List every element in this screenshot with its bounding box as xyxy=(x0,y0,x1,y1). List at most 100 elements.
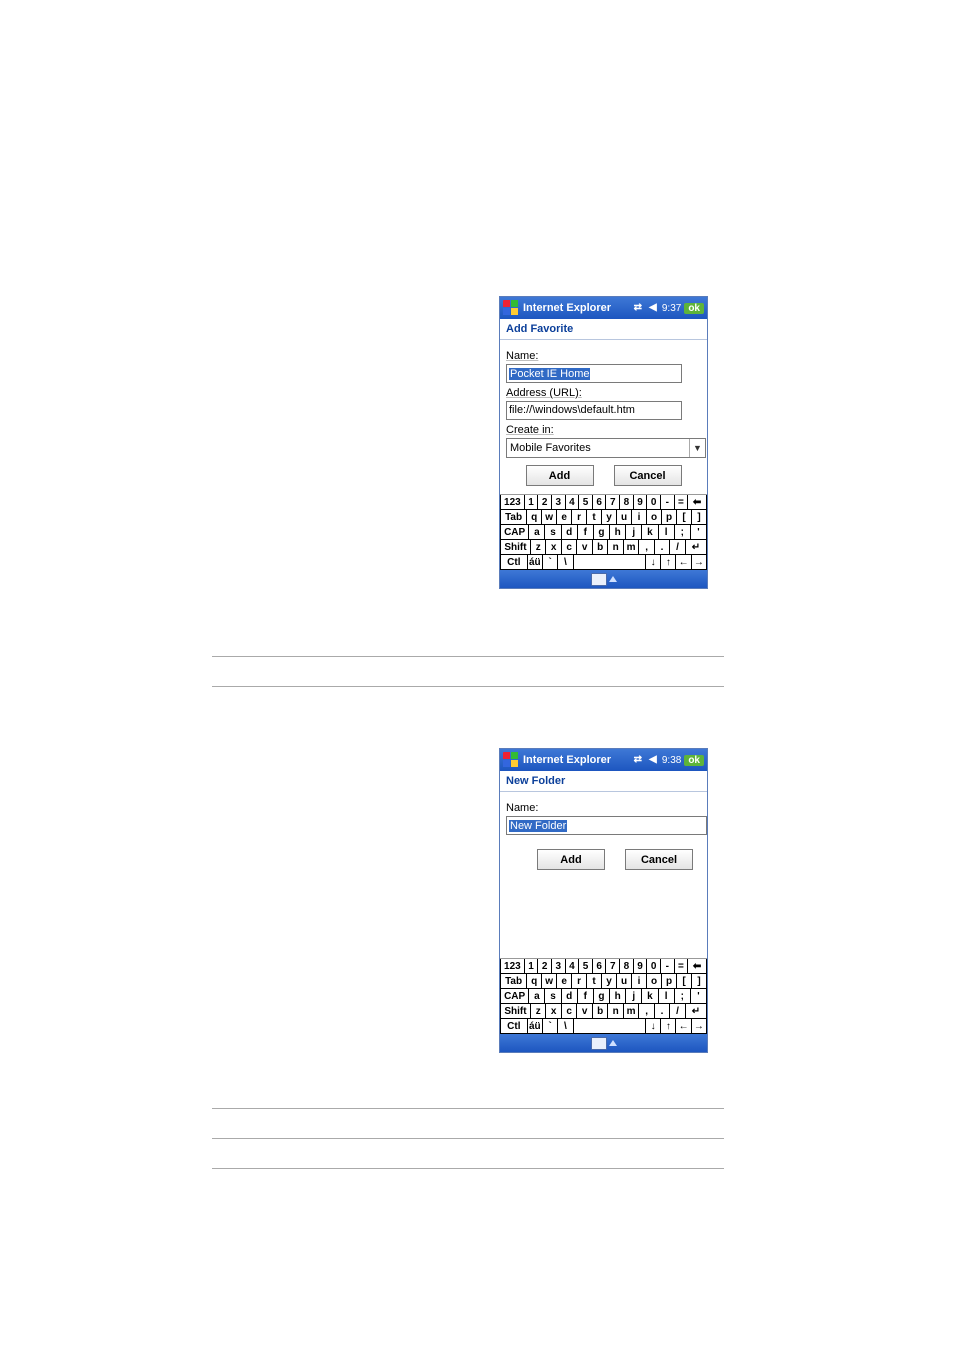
key-x[interactable]: - xyxy=(661,959,675,974)
key-y[interactable]: y xyxy=(602,974,617,989)
start-icon[interactable] xyxy=(503,752,519,768)
key-w[interactable]: w xyxy=(542,974,557,989)
key-x[interactable]: ↓ xyxy=(646,555,661,570)
cancel-button[interactable]: Cancel xyxy=(614,465,682,486)
key-x[interactable]: , xyxy=(639,1004,654,1019)
key-s[interactable]: s xyxy=(545,989,561,1004)
key-n[interactable]: n xyxy=(608,1004,623,1019)
key-q[interactable]: q xyxy=(527,510,542,525)
name-input[interactable]: Pocket IE Home xyxy=(506,364,682,383)
key-Tab[interactable]: Tab xyxy=(500,510,527,525)
key-x[interactable]: ↵ xyxy=(686,540,707,555)
menu-bar[interactable] xyxy=(500,1034,707,1052)
key-j[interactable]: j xyxy=(626,989,642,1004)
key-space[interactable] xyxy=(574,555,646,570)
key-x[interactable]: = xyxy=(675,959,689,974)
key-x[interactable]: → xyxy=(692,555,707,570)
clock[interactable]: 9:38 xyxy=(662,755,681,766)
key-x[interactable]: ' xyxy=(691,525,707,540)
key-space[interactable] xyxy=(574,1019,646,1034)
key-x[interactable]: [ xyxy=(677,974,692,989)
key-0[interactable]: 0 xyxy=(647,495,661,510)
ok-button[interactable]: ok xyxy=(684,303,704,314)
key-7[interactable]: 7 xyxy=(606,959,620,974)
key-x[interactable]: [ xyxy=(677,510,692,525)
key-x[interactable]: ; xyxy=(675,989,691,1004)
key-8[interactable]: 8 xyxy=(620,959,634,974)
key-x[interactable]: ` xyxy=(543,555,558,570)
key-4[interactable]: 4 xyxy=(566,959,580,974)
key-i[interactable]: i xyxy=(632,510,647,525)
volume-icon[interactable]: ◀ xyxy=(647,754,659,766)
key-v[interactable]: v xyxy=(577,1004,592,1019)
key-i[interactable]: i xyxy=(632,974,647,989)
key-6[interactable]: 6 xyxy=(593,495,607,510)
key-Shift[interactable]: Shift xyxy=(500,1004,531,1019)
key-f[interactable]: f xyxy=(578,989,594,1004)
key-z[interactable]: z xyxy=(531,540,546,555)
add-button[interactable]: Add xyxy=(526,465,594,486)
key-g[interactable]: g xyxy=(594,989,610,1004)
key-4[interactable]: 4 xyxy=(566,495,580,510)
key-x[interactable]: = xyxy=(675,495,689,510)
key-7[interactable]: 7 xyxy=(606,495,620,510)
key-k[interactable]: k xyxy=(642,525,658,540)
key-Shift[interactable]: Shift xyxy=(500,540,531,555)
key-x[interactable]: ↓ xyxy=(646,1019,661,1034)
key-u[interactable]: u xyxy=(617,974,632,989)
key-x[interactable]: ⬅ xyxy=(688,495,707,510)
key-c[interactable]: c xyxy=(562,1004,577,1019)
cancel-button[interactable]: Cancel xyxy=(625,849,693,870)
key-h[interactable]: h xyxy=(610,989,626,1004)
key-5[interactable]: 5 xyxy=(579,959,593,974)
key-p[interactable]: p xyxy=(662,510,677,525)
key-a[interactable]: a xyxy=(529,989,545,1004)
start-icon[interactable] xyxy=(503,300,519,316)
key-r[interactable]: r xyxy=(572,510,587,525)
key-k[interactable]: k xyxy=(642,989,658,1004)
key-CAP[interactable]: CAP xyxy=(500,525,529,540)
key-r[interactable]: r xyxy=(572,974,587,989)
key-2[interactable]: 2 xyxy=(538,495,552,510)
connectivity-icon[interactable]: ⇄ xyxy=(632,754,644,766)
key-5[interactable]: 5 xyxy=(579,495,593,510)
key-m[interactable]: m xyxy=(624,540,639,555)
key-h[interactable]: h xyxy=(610,525,626,540)
connectivity-icon[interactable]: ⇄ xyxy=(632,302,644,314)
key-6[interactable]: 6 xyxy=(593,959,607,974)
key-x[interactable]: . xyxy=(655,1004,670,1019)
key-x[interactable]: ` xyxy=(543,1019,558,1034)
key-123[interactable]: 123 xyxy=(500,495,525,510)
key-x[interactable]: / xyxy=(670,540,685,555)
key-x[interactable]: x xyxy=(546,540,561,555)
key-8[interactable]: 8 xyxy=(620,495,634,510)
keyboard-icon[interactable] xyxy=(591,573,607,586)
key-x[interactable]: ↑ xyxy=(661,1019,676,1034)
key-n[interactable]: n xyxy=(608,540,623,555)
key-x[interactable]: ; xyxy=(675,525,691,540)
key-q[interactable]: q xyxy=(527,974,542,989)
input-panel-arrow-icon[interactable] xyxy=(609,1040,617,1046)
dropdown-arrow-icon[interactable]: ▼ xyxy=(689,439,705,457)
key-x[interactable]: ] xyxy=(692,510,707,525)
keyboard-icon[interactable] xyxy=(591,1037,607,1050)
key-9[interactable]: 9 xyxy=(634,495,648,510)
key-e[interactable]: e xyxy=(557,974,572,989)
key-xx[interactable]: áü xyxy=(528,555,543,570)
key-g[interactable]: g xyxy=(594,525,610,540)
key-u[interactable]: u xyxy=(617,510,632,525)
key-Ctl[interactable]: Ctl xyxy=(500,1019,528,1034)
key-Ctl[interactable]: Ctl xyxy=(500,555,528,570)
key-x[interactable]: \ xyxy=(558,1019,573,1034)
key-d[interactable]: d xyxy=(562,525,578,540)
key-2[interactable]: 2 xyxy=(538,959,552,974)
clock[interactable]: 9:37 xyxy=(662,303,681,314)
key-z[interactable]: z xyxy=(531,1004,546,1019)
key-m[interactable]: m xyxy=(624,1004,639,1019)
key-w[interactable]: w xyxy=(542,510,557,525)
key-t[interactable]: t xyxy=(587,974,602,989)
key-0[interactable]: 0 xyxy=(647,959,661,974)
soft-keyboard[interactable]: 1231234567890-=⬅Tabqwertyuiop[]CAPasdfgh… xyxy=(500,958,707,1034)
key-x[interactable]: ← xyxy=(676,555,691,570)
key-x[interactable]: \ xyxy=(558,555,573,570)
